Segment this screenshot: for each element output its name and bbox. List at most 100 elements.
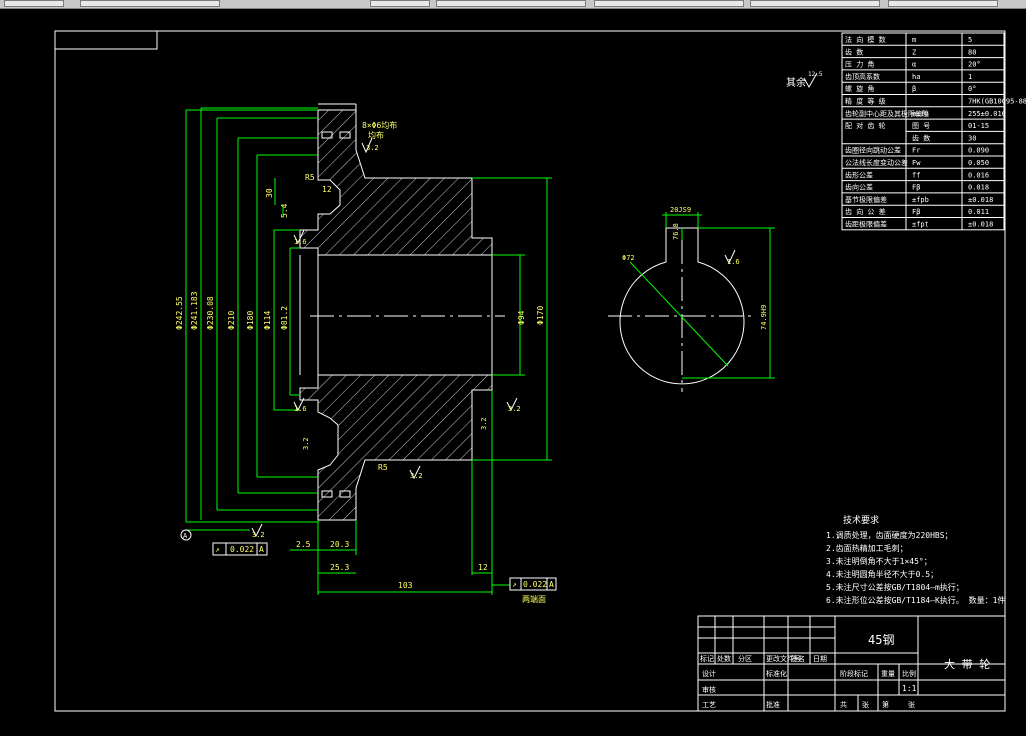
param-name: 压 力 角: [845, 60, 874, 69]
param-sym: ±fpb: [912, 196, 929, 204]
roughness-other-value: 12.5: [808, 71, 823, 78]
tb-sheet: 第: [882, 700, 889, 709]
param-name: 齿距极限偏差: [845, 220, 887, 229]
toolbar-control[interactable]: [436, 0, 586, 7]
tol-bottom-sym: ↗: [512, 580, 517, 589]
part-name: 大 带 轮: [944, 657, 990, 671]
tol-left-ref: A: [259, 545, 264, 554]
param-sym: Fβ: [912, 184, 920, 192]
toolbar-control[interactable]: [888, 0, 998, 7]
tech-req-title: 技术要求: [843, 514, 879, 526]
param-sym: ha: [912, 73, 920, 81]
param-name: 配 对 齿 轮: [845, 121, 886, 130]
tech-req-line: 5.未注尺寸公差按GB/T1804—m执行；: [826, 582, 964, 592]
param-sym: ±fpt: [912, 221, 929, 229]
toolbar-control[interactable]: [4, 0, 64, 7]
param-name: 齿顶高系数: [845, 72, 880, 81]
param-sym: 图 号: [912, 122, 930, 130]
dim-d114: Φ114: [263, 311, 272, 330]
rough-7: 1.6: [727, 258, 740, 266]
toolbar-control[interactable]: [750, 0, 880, 7]
param-val: ±0.018: [968, 196, 993, 204]
tech-req-line: 4.未注明圆角半径不大于0.5；: [826, 569, 938, 579]
param-name: 公法线长度变动公差: [845, 158, 908, 167]
tb-total: 共: [840, 700, 847, 709]
tol-left-sym: ↗: [215, 545, 220, 554]
toolbar-control[interactable]: [80, 0, 220, 7]
tol-bottom-val: 0.022: [523, 580, 547, 589]
tb-process: 工艺: [702, 701, 716, 709]
scale: 1:1: [902, 684, 917, 693]
tb-approve: 批准: [766, 700, 780, 709]
rough-1: 3.2: [366, 144, 379, 152]
toolbar-control[interactable]: [370, 0, 430, 7]
param-val: 0.016: [968, 171, 989, 179]
tb-standard: 标准化: [766, 669, 787, 678]
tb-count: 处数: [717, 654, 731, 663]
tech-req-line: 2.齿面热精加工毛刺；: [826, 543, 908, 553]
param-val: 255±0.016: [968, 110, 1006, 118]
dim-d81: Φ81.2: [280, 306, 289, 330]
param-sym: m: [912, 36, 916, 44]
tb-sheet2: 张: [908, 700, 915, 709]
dim-12b: 12: [478, 563, 488, 572]
dim-d180: Φ180: [246, 311, 255, 330]
param-val: 80: [968, 48, 976, 56]
hole-note-2: 均布: [368, 130, 384, 140]
tb-stage-mark: 阶段标记: [840, 669, 868, 678]
param-val: 1: [968, 73, 972, 81]
param-sym: α: [912, 61, 916, 69]
param-sym: β: [912, 85, 916, 93]
param-sym: Fβ: [912, 208, 920, 216]
section-view: [299, 103, 505, 521]
param-name: 齿向公差: [845, 183, 873, 192]
param-val: 0°: [968, 85, 976, 93]
dim-d94: Φ94: [517, 310, 526, 325]
dim-103: 103: [398, 581, 413, 590]
param-val: 5: [968, 36, 972, 44]
rough-4: 3.2: [508, 405, 521, 413]
rough-5: 3.2: [410, 472, 423, 480]
param-sym: 齿 数: [912, 133, 930, 142]
toolbar-control[interactable]: [594, 0, 744, 7]
tb-ratio: 比例: [902, 669, 916, 678]
param-val: 30: [968, 134, 976, 142]
dim-30: 30: [265, 188, 274, 198]
drawing-canvas[interactable]: Φ242.55 Φ241.183 Φ230.08 Φ210 Φ180 Φ114 …: [0, 9, 1026, 736]
rough-8: 3.2: [302, 437, 310, 450]
tb-sheets: 张: [862, 700, 869, 709]
keyway-view: 20JS9 76.8 Φ72 74.9H9: [608, 206, 775, 392]
dim-r5-top: R5: [305, 173, 315, 182]
datum-label: A: [183, 532, 188, 540]
dim-2-5: 2.5: [296, 540, 311, 549]
rough-3: 1.6: [294, 405, 307, 413]
dim-d170: Φ170: [536, 306, 545, 325]
parameter-table: 法 向 模 数 m 5 齿 数 Z 80 压 力 角 α 20° 齿顶高系数 ha 1 螺 旋 角 β 0°…: [841, 32, 1026, 231]
tb-weight: 重量: [881, 670, 895, 678]
dim-20-3: 20.3: [330, 540, 349, 549]
tb-sign: 签名: [791, 654, 805, 663]
toolbar-strip: [0, 0, 1026, 9]
dim-12: 12: [322, 185, 332, 194]
param-sym: Fr: [912, 147, 920, 155]
key-depth: 76.8: [672, 223, 680, 240]
tech-req-line: 3.未注明倒角不大于1×45°；: [826, 556, 932, 566]
tolerance-frame-left: ↗ 0.022 A: [212, 542, 268, 556]
dim-d241: Φ241.183: [190, 291, 199, 330]
tolerance-frame-bottom: ↗ 0.022 A: [509, 577, 557, 591]
dim-d242: Φ242.55: [175, 296, 184, 330]
roughness-other-label: 其余: [786, 76, 806, 89]
param-sym: Fw: [912, 159, 921, 167]
corner-box: [54, 30, 158, 50]
title-block: 45钢 大 带 轮 1:1 标记 处数 分区 更改文件号 签名 日期 设计 标准…: [697, 615, 1006, 712]
param-val: 0.050: [968, 159, 989, 167]
key-width: 20JS9: [670, 206, 691, 214]
tb-design: 设计: [702, 669, 716, 678]
drawing-border: [54, 30, 1006, 712]
dim-d210: Φ210: [227, 311, 236, 330]
param-name: 螺 旋 角: [845, 84, 874, 93]
tb-check: 审核: [702, 685, 716, 694]
tech-req-line: 6.未注形位公差按GB/T1184—K执行。 数量：1件: [826, 595, 1005, 605]
dim-5-4: 5.4: [280, 203, 289, 218]
param-name: 齿 数: [845, 47, 863, 56]
